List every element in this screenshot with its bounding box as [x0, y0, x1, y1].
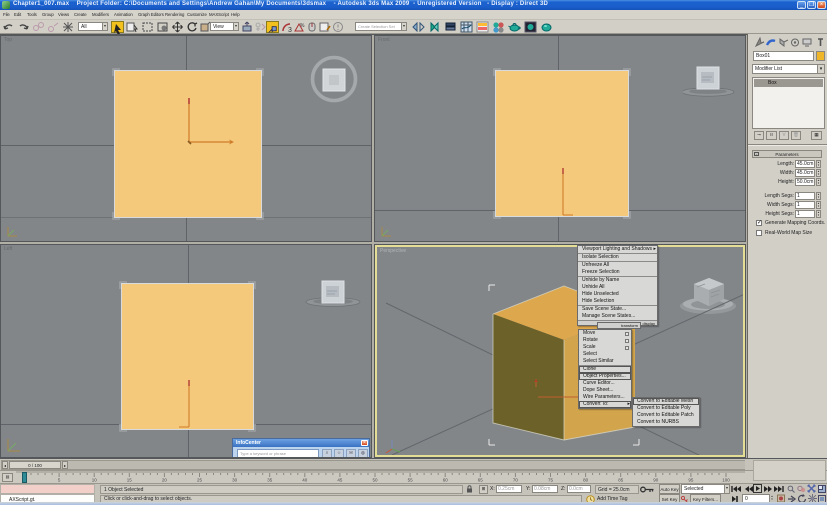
svg-text:60: 60	[443, 478, 449, 483]
svg-text:75: 75	[548, 478, 554, 483]
svg-text:40: 40	[302, 478, 308, 483]
svg-text:45: 45	[337, 478, 343, 483]
svg-text:25: 25	[197, 478, 203, 483]
svg-text:55: 55	[408, 478, 414, 483]
svg-text:5: 5	[58, 478, 61, 483]
svg-text:70: 70	[513, 478, 519, 483]
svg-text:30: 30	[232, 478, 238, 483]
svg-text:15: 15	[127, 478, 133, 483]
svg-text:65: 65	[478, 478, 484, 483]
svg-text:80: 80	[583, 478, 589, 483]
svg-text:85: 85	[618, 478, 624, 483]
svg-text:10: 10	[92, 478, 98, 483]
svg-text:95: 95	[688, 478, 694, 483]
svg-text:20: 20	[162, 478, 168, 483]
svg-text:100: 100	[722, 478, 730, 483]
svg-text:35: 35	[267, 478, 273, 483]
svg-text:50: 50	[372, 478, 378, 483]
svg-text:3: 3	[288, 27, 292, 33]
svg-text:%: %	[300, 23, 305, 29]
svg-text:90: 90	[653, 478, 659, 483]
